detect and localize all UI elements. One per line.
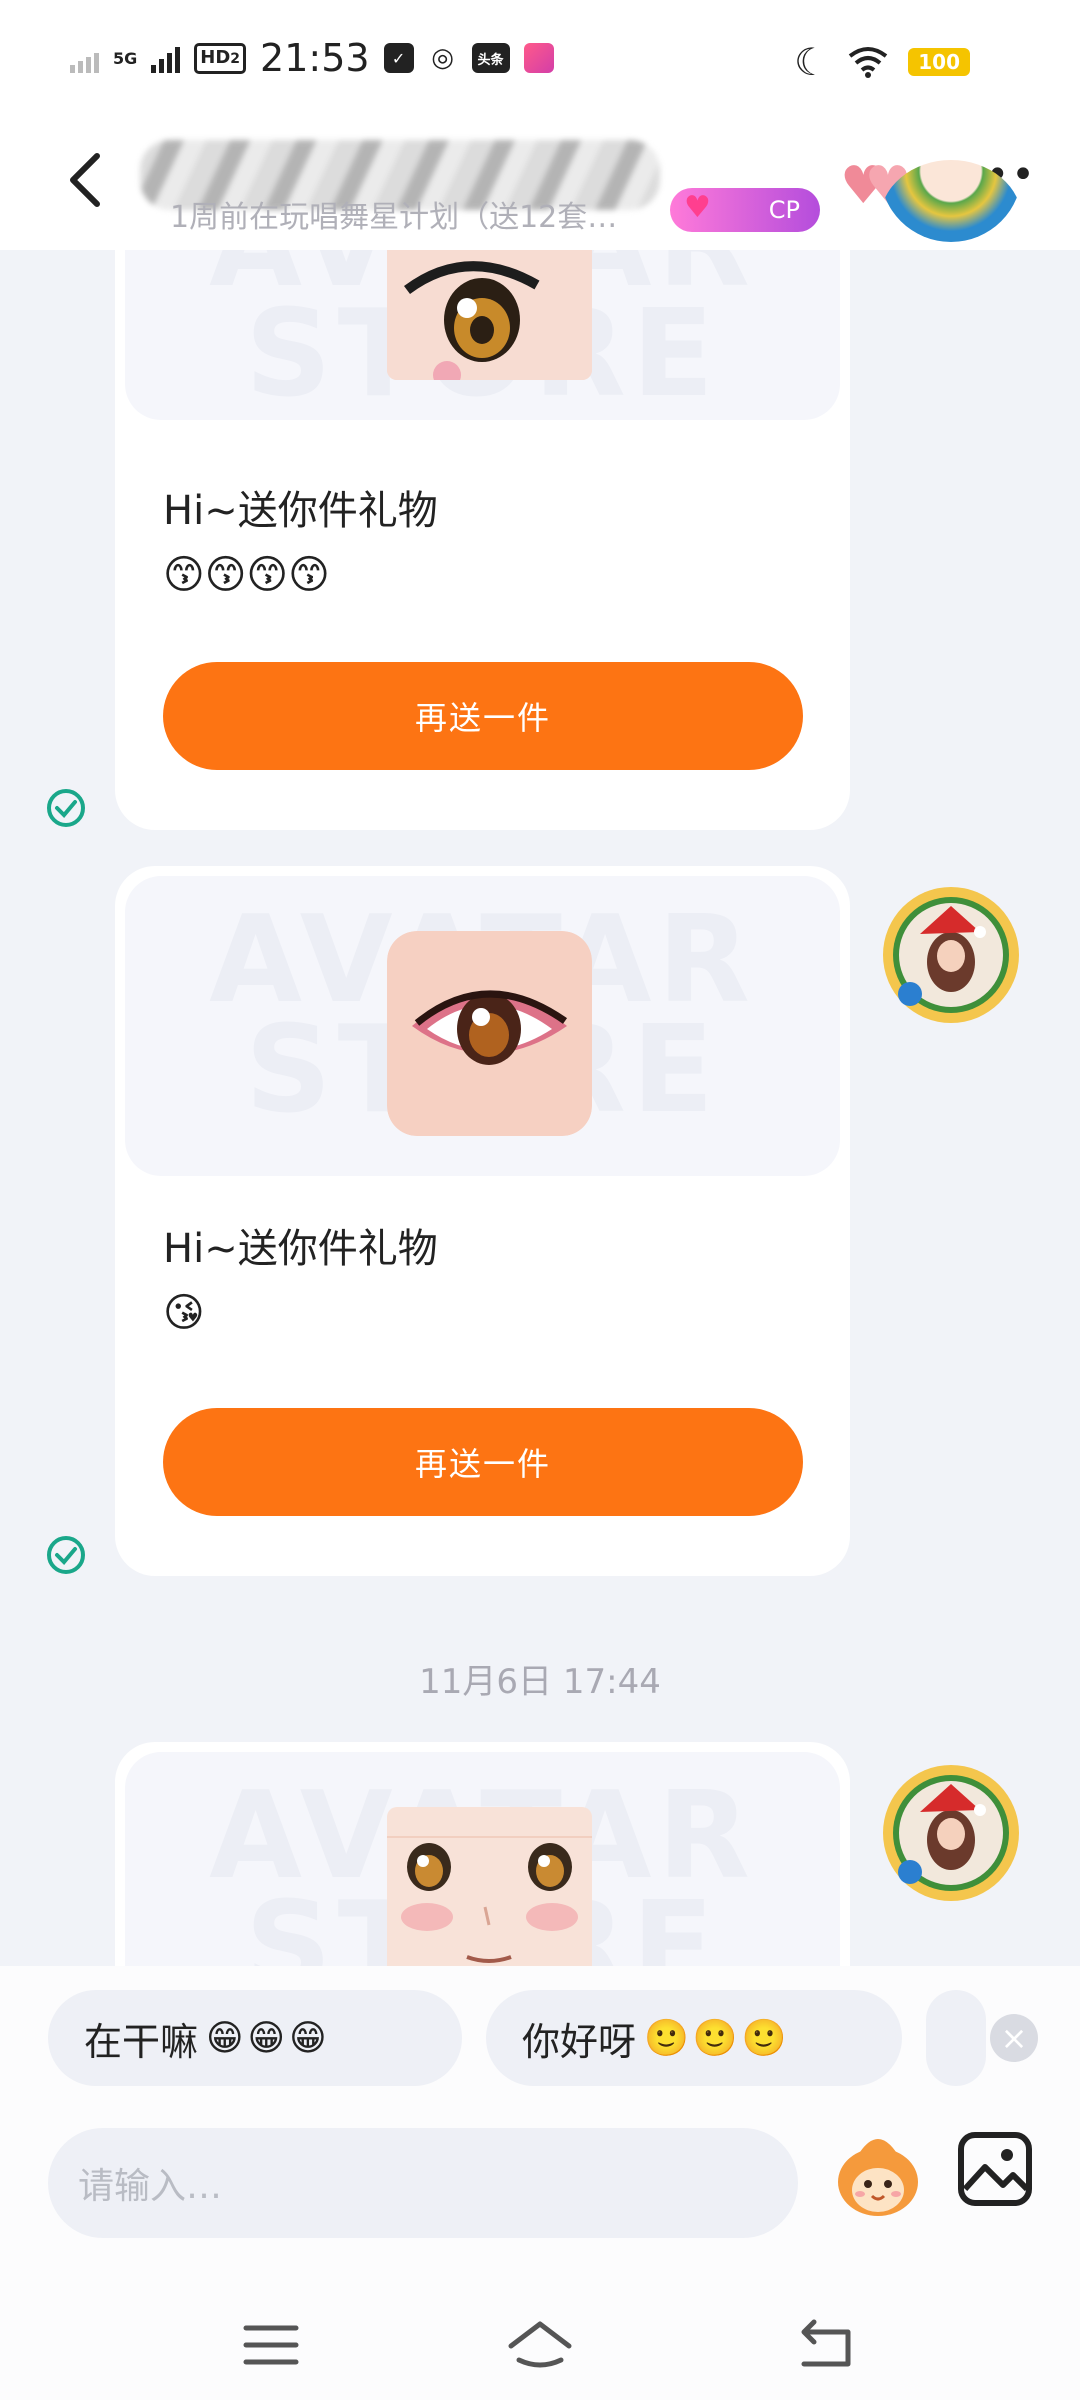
gift-message-card: AVATAR STORE [115,1742,850,1966]
toutiao-icon: 头条 [471,43,510,73]
resend-gift-button[interactable]: 再送一件 [163,1408,803,1516]
anime-eye-image [387,250,592,380]
back-nav-button[interactable] [790,2310,860,2380]
system-navigation-bar [0,2290,1080,2400]
signal-icon-sim2 [151,43,181,73]
gift-message-title: Hi~送你件礼物 [163,488,438,534]
cp-badge[interactable]: ♥ CP [670,188,820,232]
grin-face-icons: 😁😁😁 [206,2017,331,2059]
close-icon: × [1000,2019,1028,2057]
message-input[interactable]: 请输入… [48,2128,798,2238]
emoji-row: 😙😙😙😙 [163,552,330,598]
resend-gift-button[interactable]: 再送一件 [163,662,803,770]
image-icon [958,2132,1032,2206]
composer-panel: 在干嘛 😁😁😁 你好呀 🙂🙂🙂 × 请输入… [0,1966,1080,2400]
return-icon [801,2319,851,2367]
quick-reply-chip[interactable]: 在干嘛 😁😁😁 [48,1990,462,2086]
smile-face-icons: 🙂🙂🙂 [644,2018,791,2059]
weibo-icon: ◎ [431,43,454,73]
anime-face-image [387,1807,592,1966]
hd-voice-badge: HD2 [194,42,247,74]
mascot-sticker-icon [838,2139,918,2216]
sent-check-icon [47,1536,85,1574]
gift-eye-thumbnail [387,250,592,380]
message-timestamp: 11月6日 17:44 [419,1662,661,1702]
app-notification-icon [523,43,554,73]
gift-face-thumbnail [387,1807,592,1966]
gift-eye-thumbnail [387,931,592,1136]
notification-check-icon: ✓ [383,43,414,73]
emoji-row: 😘 [163,1290,205,1336]
home-icon [508,2321,572,2368]
gift-preview[interactable]: AVATAR STORE [125,250,840,420]
sticker-button[interactable] [830,2126,926,2222]
status-bar: 5G HD2 21:53 ✓ ◎ 头条 ☾ 100 [0,0,1080,120]
chevron-left-icon [70,153,100,207]
pink-eye-image [387,931,592,1136]
gift-message-title: Hi~送你件礼物 [163,1226,438,1272]
user-avatar-image [883,887,1019,1023]
network-type: 5G [113,48,138,68]
avatar[interactable] [880,1762,1022,1904]
gift-message-card: AVATAR STORE Hi~送你件礼物 😘 再送一件 [115,866,850,1576]
user-avatar-image [883,1765,1019,1901]
gift-message-card: AVATAR STORE Hi~送你件礼物 😙😙😙😙 再送一件 [115,250,850,830]
send-image-button[interactable] [955,2129,1035,2209]
avatar[interactable] [880,160,1022,280]
winged-heart-icon: ♥ [684,190,711,225]
close-quick-replies-button[interactable]: × [990,2014,1038,2062]
wifi-icon [849,47,888,78]
gift-preview[interactable]: AVATAR STORE [125,876,840,1176]
contact-status: 1周前在玩唱舞星计划（送12套… [170,200,618,235]
back-button[interactable] [55,150,115,210]
sent-check-icon [47,789,85,827]
menu-icon [243,2325,299,2365]
do-not-disturb-icon: ☾ [794,40,829,84]
signal-icon-sim1 [70,43,99,73]
battery-indicator: 100 [908,48,970,76]
clock: 21:53 [260,36,370,80]
quick-reply-chip-partial[interactable] [926,1990,986,2086]
home-nav-button[interactable] [505,2310,575,2380]
gift-preview[interactable]: AVATAR STORE [125,1752,840,1966]
quick-reply-chip[interactable]: 你好呀 🙂🙂🙂 [486,1990,902,2086]
avatar[interactable] [880,884,1022,1026]
menu-nav-button[interactable] [236,2310,306,2380]
